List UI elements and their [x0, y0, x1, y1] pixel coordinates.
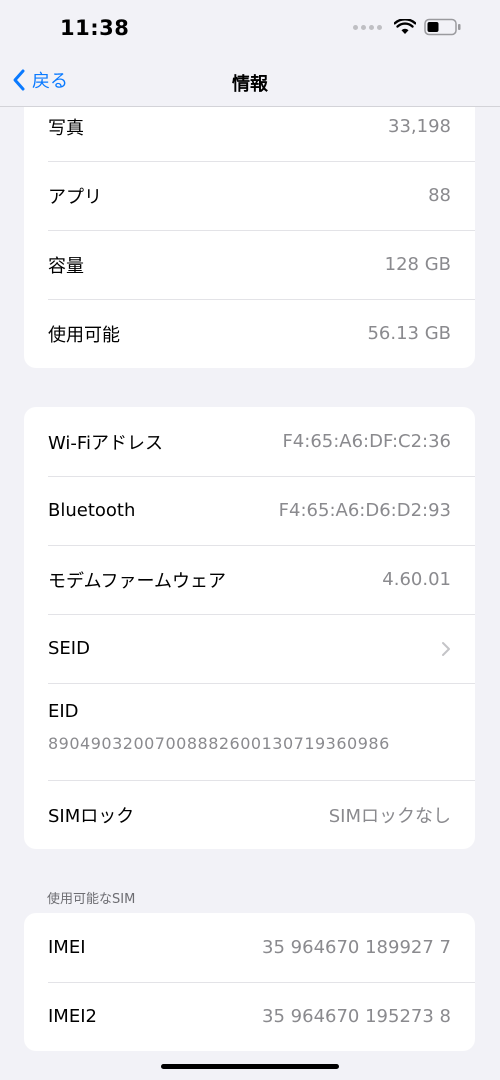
- capacity-row: 容量 128 GB: [24, 230, 475, 299]
- apps-value: 88: [428, 185, 451, 206]
- eid-row: EID 89049032007008882600130719360986: [24, 683, 475, 780]
- bluetooth-value[interactable]: F4:65:A6:D6:D2:93: [279, 500, 451, 521]
- available-label: 使用可能: [48, 324, 120, 346]
- photos-label: 写真: [48, 117, 84, 139]
- nav-overlay-content: 戻る 情報: [0, 58, 500, 106]
- photos-value: 33,198: [388, 116, 451, 137]
- imei2-label: IMEI2: [48, 1006, 97, 1027]
- wifi-icon: [394, 19, 416, 34]
- apps-label: アプリ: [48, 186, 102, 208]
- available-sim-header: 使用可能なSIM: [47, 892, 136, 907]
- sim-lock-label: SIMロック: [48, 805, 135, 827]
- status-icons-overlay: [353, 18, 462, 36]
- bluetooth-label: Bluetooth: [48, 500, 136, 521]
- capacity-label: 容量: [48, 255, 84, 277]
- seid-label: SEID: [48, 638, 90, 659]
- capacity-value: 128 GB: [384, 254, 451, 275]
- battery-icon: [424, 18, 461, 36]
- modem-firmware-value[interactable]: 4.60.01: [382, 569, 451, 590]
- sim-lock-value: SIMロックなし: [328, 805, 451, 827]
- wifi-address-label: Wi-Fiアドレス: [48, 432, 163, 454]
- wifi-address-value[interactable]: F4:65:A6:DF:C2:36: [282, 431, 451, 452]
- imei-label: IMEI: [48, 937, 86, 958]
- chevron-right-icon: [442, 641, 450, 656]
- network-info-group: Wi-Fiアドレス F4:65:A6:DF:C2:36 Bluetooth F4…: [24, 407, 475, 849]
- modem-firmware-label: モデムファームウェア: [48, 570, 227, 592]
- wifi-address-row: Wi-Fiアドレス F4:65:A6:DF:C2:36: [24, 407, 475, 476]
- eid-value[interactable]: 89049032007008882600130719360986: [48, 734, 451, 753]
- imei2-row: IMEI2 35 964670 195273 8: [24, 982, 475, 1051]
- bluetooth-row: Bluetooth F4:65:A6:D6:D2:93: [24, 476, 475, 545]
- status-time-overlay: 11:38: [60, 16, 130, 40]
- available-row: 使用可能 56.13 GB: [24, 299, 475, 368]
- imei2-value[interactable]: 35 964670 195273 8: [262, 1006, 451, 1027]
- sim-info-group: IMEI 35 964670 189927 7 IMEI2 35 964670 …: [24, 913, 475, 1051]
- status-bar-overlay: 11:38: [0, 0, 500, 58]
- seid-row[interactable]: SEID: [24, 614, 475, 683]
- imei-row: IMEI 35 964670 189927 7: [24, 913, 475, 982]
- home-indicator[interactable]: [161, 1064, 339, 1069]
- storage-info-group: 写真 33,198 アプリ 88 容量 128 GB 使用可能 56.13 GB: [24, 92, 475, 368]
- imei-value[interactable]: 35 964670 189927 7: [262, 937, 451, 958]
- sim-lock-row: SIMロック SIMロックなし: [24, 780, 475, 849]
- available-value: 56.13 GB: [367, 323, 451, 344]
- eid-label: EID: [48, 701, 79, 722]
- modem-firmware-row: モデムファームウェア 4.60.01: [24, 545, 475, 614]
- apps-row: アプリ 88: [24, 161, 475, 230]
- signal-dots-icon: [353, 24, 382, 30]
- page-title-overlay: 情報: [232, 74, 268, 95]
